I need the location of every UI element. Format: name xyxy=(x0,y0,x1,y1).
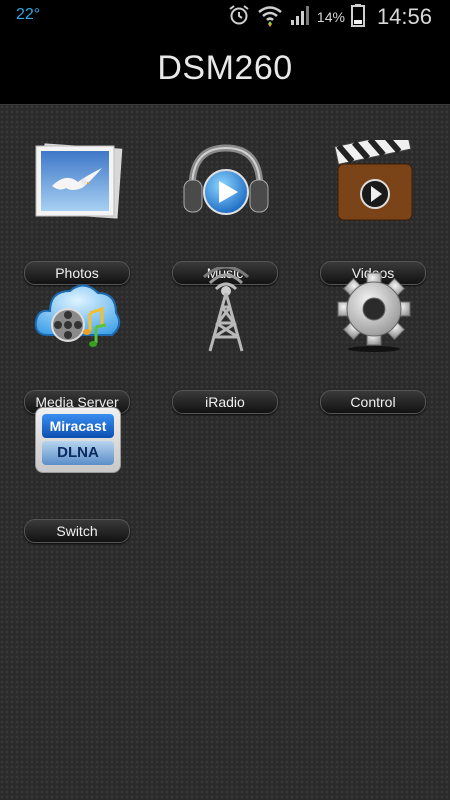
alarm-icon xyxy=(227,3,251,31)
photos-icon xyxy=(32,137,124,227)
tile-videos[interactable]: Videos xyxy=(320,137,428,285)
tile-label: iRadio xyxy=(172,390,278,414)
tile-switch[interactable]: Miracast DLNA Switch xyxy=(24,395,132,543)
tile-music[interactable]: Music xyxy=(172,137,280,285)
iradio-icon xyxy=(180,266,272,356)
switch-icon: Miracast DLNA xyxy=(32,395,124,485)
tile-photos[interactable]: Photos xyxy=(24,137,132,285)
status-bar: 22° 14% 14:56 xyxy=(0,0,450,32)
clock: 14:56 xyxy=(376,4,432,29)
tile-media-server[interactable]: Media Server xyxy=(24,266,132,414)
tile-control[interactable]: Control xyxy=(320,266,428,414)
app-title: DSM260 xyxy=(157,48,293,87)
home-grid: Photos Music Media Server iRadio Control… xyxy=(0,105,450,800)
switch-icon-miracast-text: Miracast xyxy=(42,414,114,438)
wifi-icon xyxy=(257,3,283,31)
title-bar: DSM260 xyxy=(0,32,450,105)
battery-percent: 14% xyxy=(316,9,345,25)
battery-icon xyxy=(350,3,365,31)
videos-icon xyxy=(328,137,420,227)
tile-label: Switch xyxy=(24,519,130,543)
tile-iradio[interactable]: iRadio xyxy=(172,266,280,414)
control-icon xyxy=(328,266,420,356)
signal-icon xyxy=(289,4,311,30)
music-icon xyxy=(180,137,272,227)
temperature: 22° xyxy=(16,6,41,23)
switch-icon-dlna-text: DLNA xyxy=(42,441,114,465)
media-server-icon xyxy=(32,266,124,356)
tile-label: Control xyxy=(320,390,426,414)
